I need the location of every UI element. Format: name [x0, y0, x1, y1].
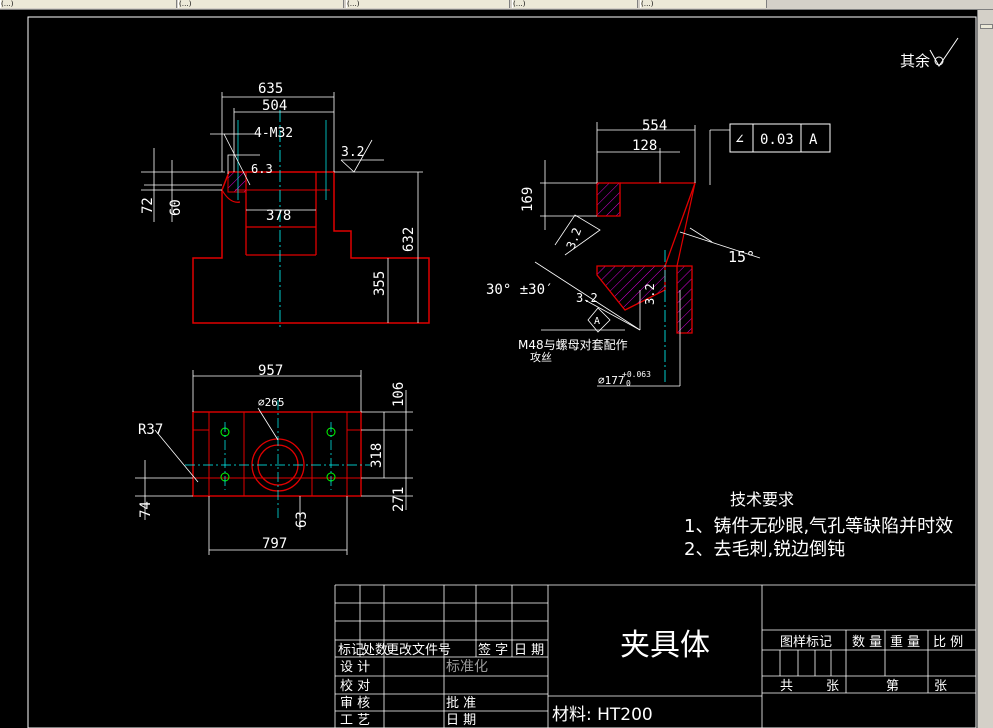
dim-632: 632	[401, 227, 417, 252]
dim-378: 378	[266, 208, 291, 224]
roughness-b: 3.2	[576, 291, 598, 305]
tb-qty: 数 量	[852, 635, 882, 650]
tech-item-1: 1、铸件无砂眼,气孔等缺陷并时效	[684, 516, 953, 537]
dim-635: 635	[258, 81, 283, 97]
material-label: 材料: HT200	[552, 705, 653, 725]
tb-weight: 重 量	[890, 634, 920, 650]
dim-hole-thread: 4-M32	[254, 126, 293, 141]
tb-count: 处数	[362, 643, 388, 658]
dim-63: 63	[294, 511, 310, 528]
dim-265: ⌀265	[258, 396, 285, 409]
dim-106: 106	[391, 382, 407, 407]
surface-roughness-note: 其余	[900, 37, 959, 70]
tb-design: 设 计	[340, 660, 370, 675]
dim-957: 957	[258, 363, 283, 379]
dim-177: ⌀177	[598, 374, 625, 387]
front-view: 635 504 4-M32 378 3.2 6.3 72 60 632 355	[140, 81, 430, 330]
tb-date: 日 期	[514, 643, 544, 658]
top-view: 957 797 ⌀265 R37 74 63 106 318 271	[135, 363, 413, 555]
surface-note-text: 其余	[900, 52, 930, 70]
roughness-a: 3.2	[564, 226, 585, 251]
dim-355: 355	[372, 271, 388, 296]
dim-797: 797	[262, 536, 287, 552]
tb-standard: 标准化	[446, 659, 488, 675]
roughness-3-2: 3.2	[341, 145, 364, 160]
tb-total: 共	[780, 679, 793, 694]
tolerance-datum: A	[809, 132, 818, 148]
technical-requirements: 技术要求 1、铸件无砂眼,气孔等缺陷并时效 2、去毛刺,锐边倒钝	[684, 490, 953, 560]
tb-review: 审 核	[340, 696, 370, 711]
tb-craft: 工 艺	[340, 713, 370, 728]
dim-554: 554	[642, 118, 667, 134]
vertical-scrollbar[interactable]	[977, 10, 993, 728]
datum-a: A	[594, 316, 600, 327]
tb-change-doc: 更改文件号	[386, 643, 451, 658]
tolerance-lower: 0	[626, 379, 631, 388]
tech-title: 技术要求	[730, 490, 794, 509]
dim-128: 128	[632, 138, 657, 154]
tolerance-value: 0.03	[760, 132, 794, 148]
thread-note-2: 攻丝	[530, 350, 552, 364]
dim-169: 169	[520, 187, 536, 212]
tb-approve: 批 准	[446, 696, 476, 711]
tb-sheets: 张	[826, 679, 839, 694]
section-view: 554 128 169 15° 30° ±30′ 3.2 3.2 3.2 A M…	[486, 118, 831, 388]
roughness-6-3: 6.3	[251, 162, 273, 176]
dim-504: 504	[262, 98, 287, 114]
dim-60: 60	[168, 199, 184, 216]
tb-mark: 标记	[338, 643, 364, 658]
dim-271: 271	[391, 487, 407, 512]
angle-30: 30° ±30′	[486, 282, 553, 298]
tolerance-upper: +0.063	[622, 370, 651, 379]
geometric-tolerance-frame: ∠ 0.03 A	[729, 123, 831, 153]
tb-sign: 签 字	[478, 642, 508, 658]
dim-318: 318	[369, 443, 385, 468]
dim-r37: R37	[138, 422, 163, 438]
dim-74: 74	[138, 501, 154, 518]
tb-scale: 比 例	[933, 635, 963, 650]
tb-sheet-no: 第	[886, 679, 899, 694]
thread-note: M48与螺母对套配作	[518, 338, 628, 352]
angle-15: 15°	[728, 248, 755, 266]
title-block-text: 夹具体 材料: HT200 标记 处数 更改文件号 签 字 日 期 设 计 标准…	[338, 628, 963, 728]
part-title: 夹具体	[620, 628, 710, 663]
roughness-c: 3.2	[643, 283, 657, 305]
tb-sheet-unit: 张	[934, 679, 947, 694]
tb-date-2: 日 期	[446, 713, 476, 728]
tb-stage: 图样标记	[780, 635, 832, 650]
tech-item-2: 2、去毛刺,锐边倒钝	[684, 539, 845, 560]
dim-72: 72	[140, 197, 156, 214]
tolerance-symbol: ∠	[735, 130, 744, 148]
cad-drawing-canvas[interactable]: 其余 635 504 4-M32 378 3.2 6.3 72 60 632 3…	[0, 0, 977, 728]
tb-check: 校 对	[340, 678, 370, 694]
scroll-up-button[interactable]	[980, 24, 993, 29]
